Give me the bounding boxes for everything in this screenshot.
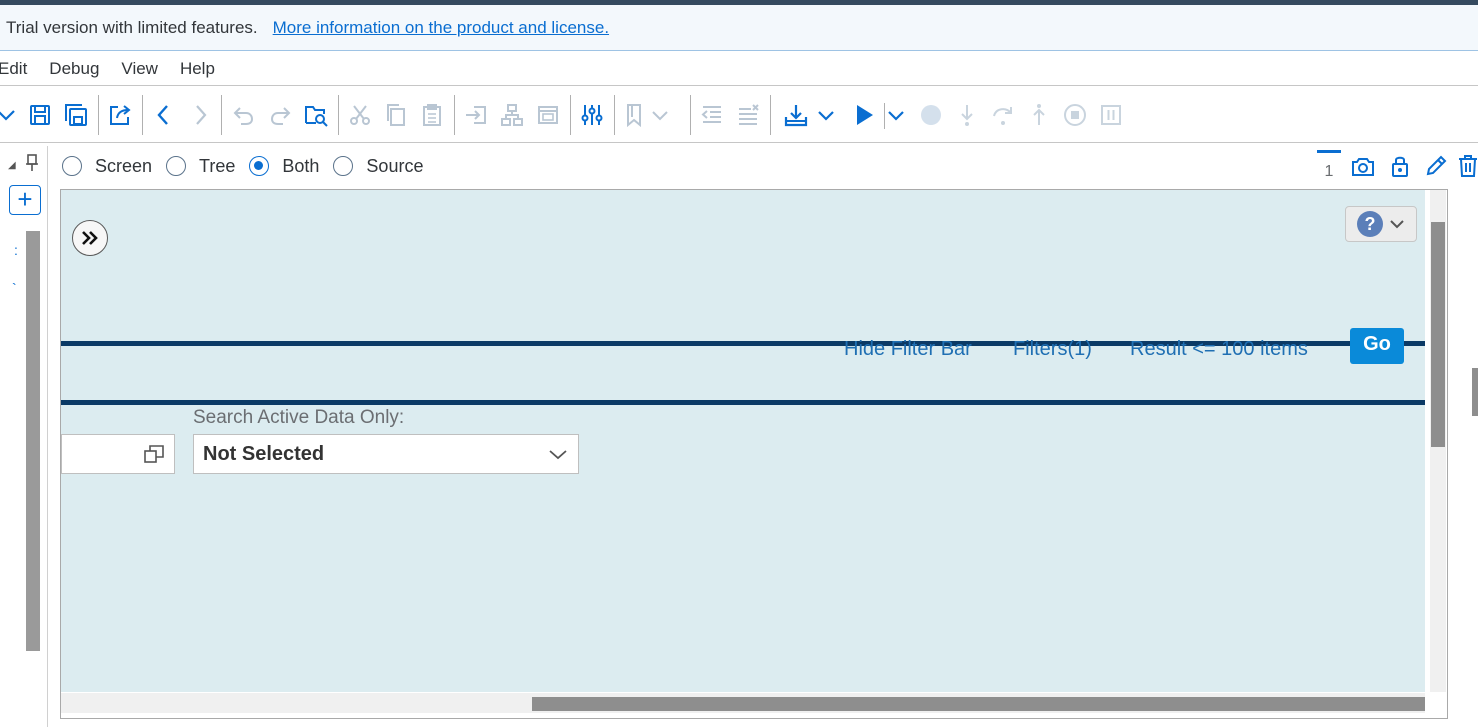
radio-label: Both [282,155,320,176]
save-all-icon[interactable] [62,101,90,129]
radio-label: Screen [95,155,153,176]
step-into-icon [953,101,981,129]
view-mode-radio-group: Screen Tree Both Source [62,152,437,180]
copy-icon [382,101,410,129]
chevron-down-icon[interactable] [882,101,910,129]
horizontal-scroll-thumb[interactable] [532,697,1425,711]
toolbar-separator [98,95,99,135]
collapse-icon[interactable]: ◢ [8,160,16,171]
left-panel-scrollbar[interactable] [26,231,40,651]
window-icon [534,101,562,129]
bookmark-icon [620,101,648,129]
trial-message: Trial version with limited features. [6,17,258,37]
hide-filter-bar-link[interactable]: Hide Filter Bar [844,338,972,361]
pin-icon[interactable] [25,154,39,177]
undo-icon [230,101,258,129]
forward-icon [186,101,214,129]
vertical-scroll-thumb[interactable] [1431,222,1445,447]
cut-icon [346,101,374,129]
filters-link[interactable]: Filters(1) [1013,338,1092,361]
toolbar-separator [570,95,571,135]
radio-circle[interactable] [333,156,354,176]
radio-both[interactable]: Both [249,156,319,177]
chevron-down-icon [548,444,568,470]
help-menu-button[interactable]: ? [1345,206,1417,242]
share-icon[interactable] [106,101,134,129]
page-number-tab[interactable]: 1 [1317,150,1341,181]
edit-icon[interactable] [1424,150,1448,182]
radio-label: Tree [199,155,236,176]
main-toolbar [0,87,1478,143]
radio-circle-selected[interactable] [249,156,270,176]
chevron-down-icon[interactable] [0,101,20,129]
menu-help[interactable]: Help [180,59,215,79]
pause-icon [1097,101,1125,129]
result-limit-link[interactable]: Result <= 100 items [1130,338,1308,361]
download-icon[interactable] [782,101,810,129]
go-button[interactable]: Go [1350,328,1404,364]
toolbar-separator [454,95,455,135]
lock-icon[interactable] [1388,150,1412,182]
chevron-down-icon[interactable] [812,101,840,129]
step-return-icon [1025,101,1053,129]
value-help-icon[interactable] [144,445,164,468]
toolbar-separator [770,95,771,135]
filter-input-field[interactable] [61,434,175,474]
back-icon[interactable] [150,101,178,129]
radio-source[interactable]: Source [333,156,423,177]
redo-icon [266,101,294,129]
settings-sliders-icon[interactable] [578,101,606,129]
clear-format-icon [734,101,762,129]
paste-icon [418,101,446,129]
chevron-down-icon [1390,220,1404,229]
expand-icon[interactable] [72,220,108,256]
search-active-select[interactable]: Not Selected [193,434,579,474]
app-preview-canvas: ? Hide Filter Bar Filters(1) Result <= 1… [61,190,1425,692]
add-button[interactable]: + [9,185,41,215]
toolbar-separator [142,95,143,135]
menu-debug[interactable]: Debug [49,59,99,79]
tree-marker: : [14,242,18,258]
radio-circle[interactable] [166,156,187,176]
insert-icon [462,101,490,129]
find-icon[interactable] [302,101,330,129]
save-icon[interactable] [26,101,54,129]
new-window-icon[interactable] [1351,150,1375,182]
menu-view[interactable]: View [121,59,158,79]
search-active-label: Search Active Data Only: [193,407,405,428]
help-icon: ? [1357,211,1383,237]
filter-bar-bottom-rule [61,400,1425,405]
breakpoint-icon [917,101,945,129]
toolbar-separator [338,95,339,135]
radio-circle[interactable] [62,156,82,176]
step-over-icon [989,101,1017,129]
execute-icon[interactable] [850,101,878,129]
tree-marker: ` [12,280,17,296]
select-value: Not Selected [203,442,325,465]
radio-label: Source [366,155,424,176]
outdent-icon [698,101,726,129]
radio-tree[interactable]: Tree [166,156,235,177]
chevron-down-icon [646,101,674,129]
radio-screen[interactable]: Screen [62,156,152,177]
delete-icon[interactable] [1458,150,1478,182]
menu-edit[interactable]: Edit [0,59,27,79]
hierarchy-icon [498,101,526,129]
toolbar-separator [221,95,222,135]
license-info-link[interactable]: More information on the product and lice… [273,18,609,38]
menu-bar: Edit Debug View Help [0,52,1478,86]
trial-banner: Trial version with limited features. Mor… [0,5,1478,51]
stop-icon [1061,101,1089,129]
toolbar-separator [614,95,615,135]
left-navigation-panel: ◢ + : ` [0,146,48,727]
outer-scroll-thumb[interactable] [1472,368,1478,416]
toolbar-separator [690,95,691,135]
